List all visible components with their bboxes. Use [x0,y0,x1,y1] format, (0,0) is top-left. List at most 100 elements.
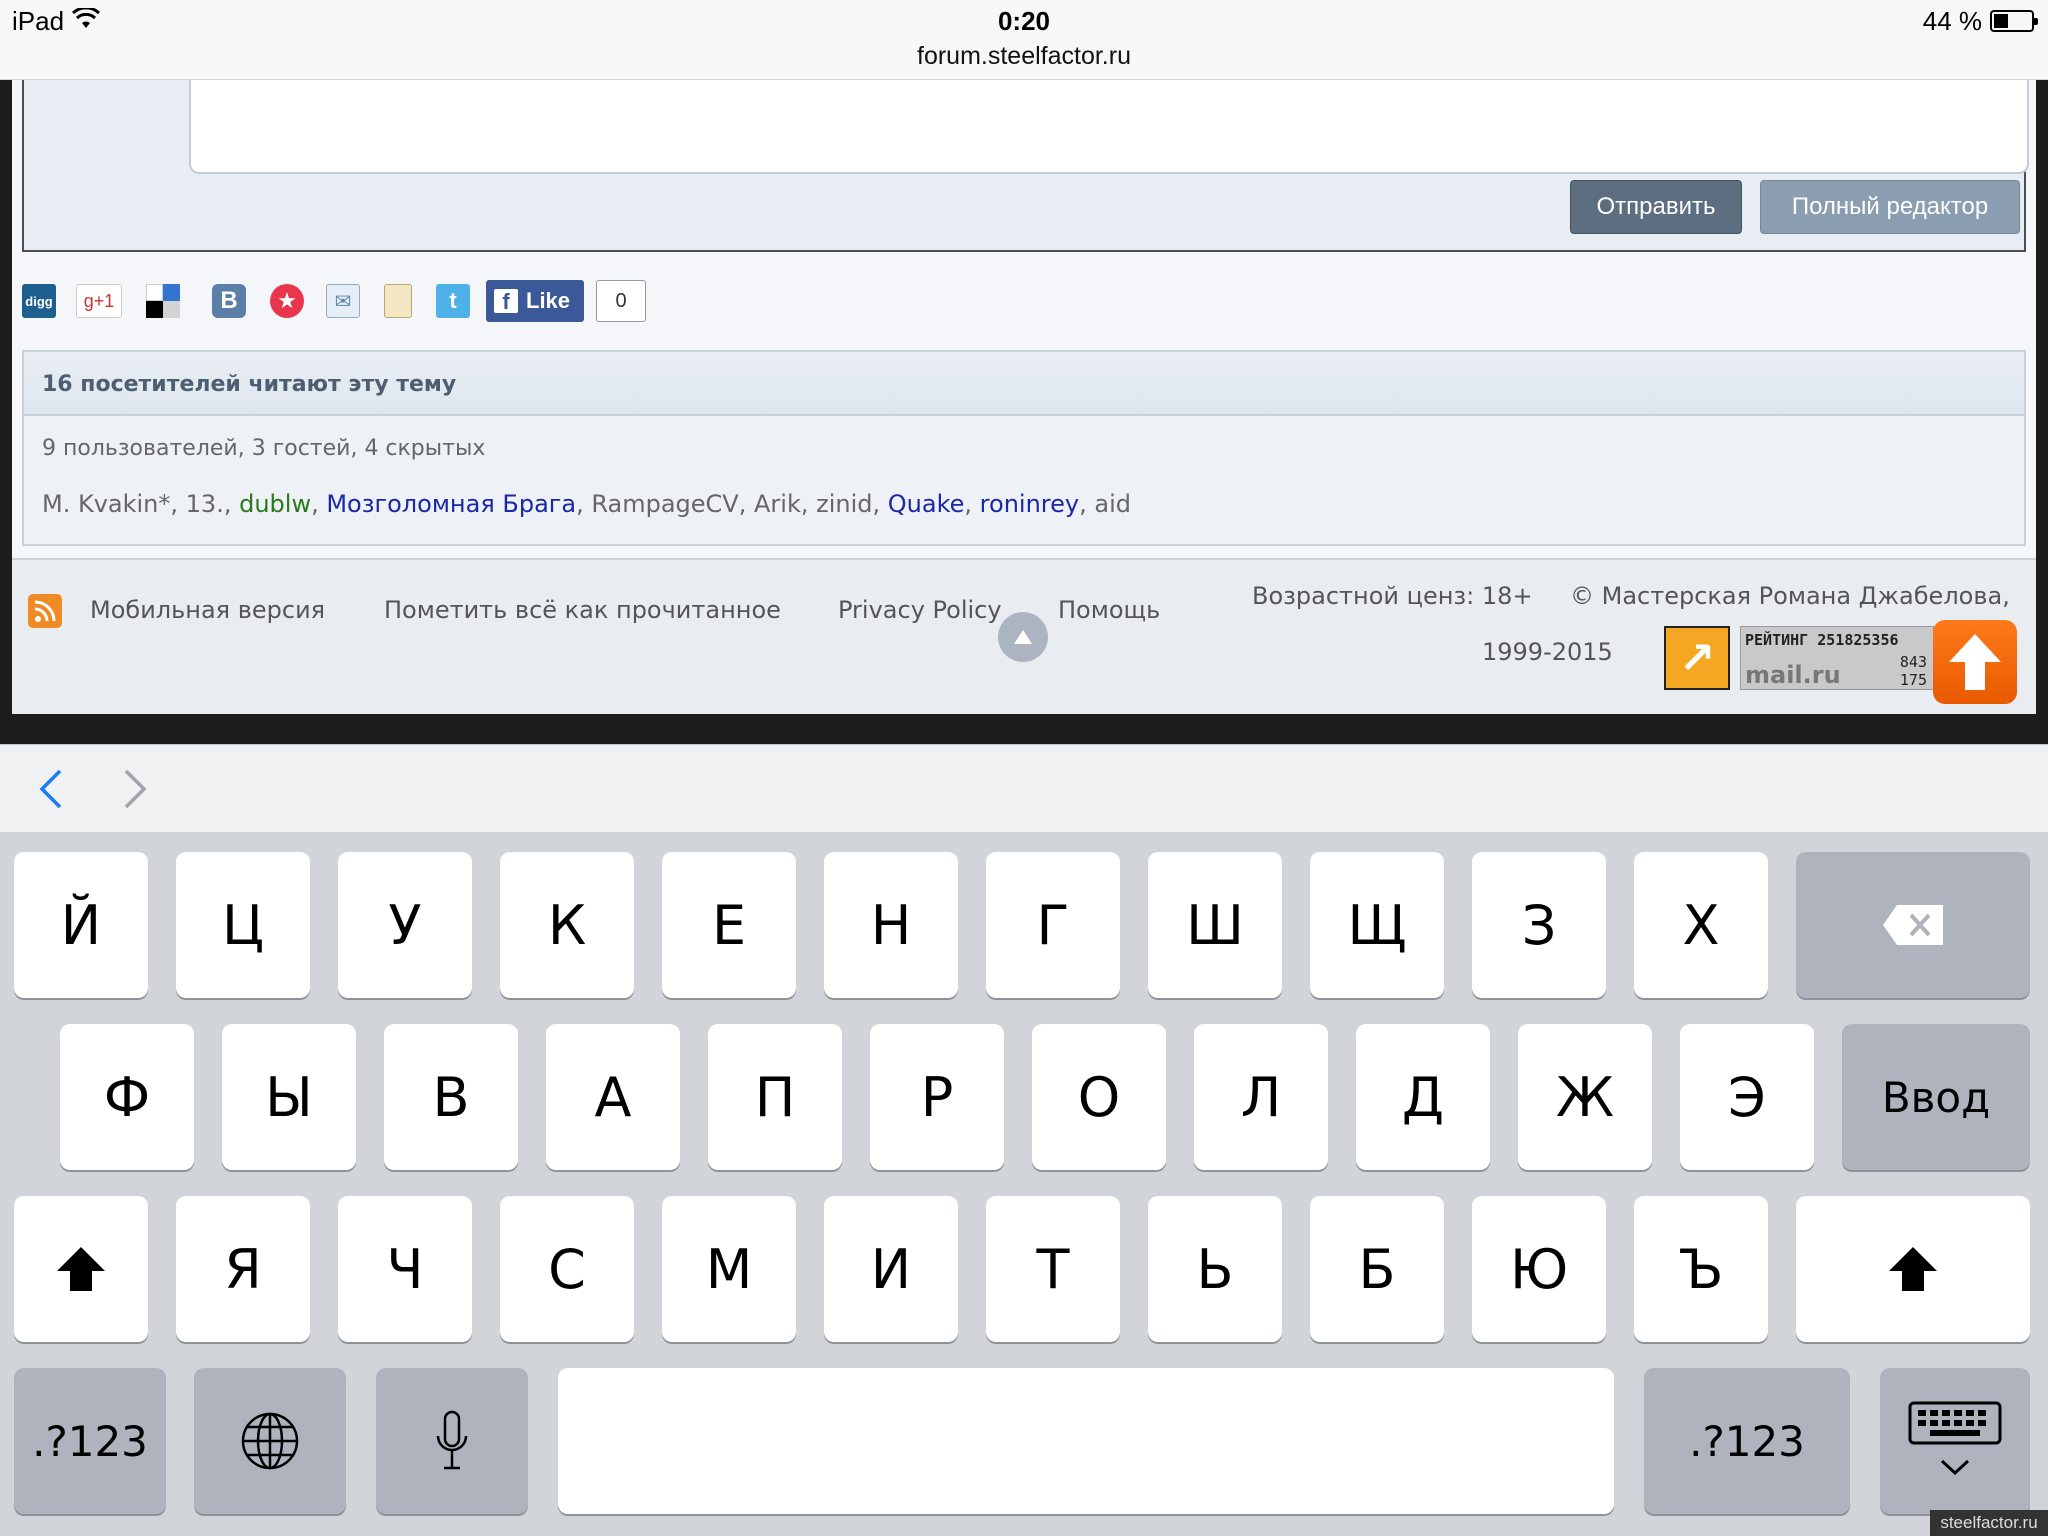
star-icon[interactable]: ★ [270,284,304,318]
key-3-2[interactable]: Ч [338,1196,472,1342]
return-key[interactable]: Ввод [1842,1024,2030,1170]
key-3-7[interactable]: Ь [1148,1196,1282,1342]
globe-icon [241,1412,299,1470]
web-content: Отправить Полный редактор digg g+1 B ★ ✉… [0,80,2048,744]
dictation-key[interactable] [376,1368,528,1514]
key-1-7[interactable]: Г [986,852,1120,998]
help-link[interactable]: Помощь [1058,596,1160,624]
visitor-user-link[interactable]: M. Kvakin* [42,490,170,518]
visitors-user-list: M. Kvakin*, 13., dublw, Мозголомная Браг… [24,472,2024,518]
key-2-2[interactable]: Ы [222,1024,356,1170]
key-1-8[interactable]: Ш [1148,852,1282,998]
separator: , [872,490,888,518]
age-rating: Возрастной ценз: 18+ [1252,582,1533,610]
shift-left-key[interactable] [14,1196,148,1342]
separator: , [738,490,754,518]
key-1-1[interactable]: Й [14,852,148,998]
onscreen-keyboard: ЙЦУКЕНГШЩЗХ ФЫВАПРОЛДЖЭ Ввод ЯЧСМИТЬБЮЪ … [0,832,2048,1536]
key-3-3[interactable]: С [500,1196,634,1342]
facebook-like-label: Like [526,288,571,313]
visitor-user-link[interactable]: dublw [239,490,311,518]
triangle-up-icon [1014,630,1032,644]
shift-right-key[interactable] [1796,1196,2030,1342]
key-1-9[interactable]: Щ [1310,852,1444,998]
digg-icon[interactable]: digg [22,284,56,318]
battery-fill [1994,14,2008,28]
privacy-policy-link[interactable]: Privacy Policy [838,596,1002,624]
visitor-user-link[interactable]: roninrey [980,490,1079,518]
numbers-key-right[interactable]: .?123 [1644,1368,1850,1514]
visitor-user-link[interactable]: 13. [186,490,224,518]
mail-icon[interactable]: ✉ [326,284,360,318]
top-rating-badge-icon[interactable]: ↗ [1664,626,1730,690]
google-plus-icon[interactable]: g+1 [76,284,122,318]
key-2-11[interactable]: Э [1680,1024,1814,1170]
key-3-10[interactable]: Ъ [1634,1196,1768,1342]
key-2-9[interactable]: Д [1356,1024,1490,1170]
space-key[interactable] [558,1368,1614,1514]
visitor-user-link[interactable]: aid [1094,490,1131,518]
quick-reply-panel: Отправить Полный редактор [22,80,2029,252]
print-icon[interactable] [384,284,412,318]
key-3-4[interactable]: М [662,1196,796,1342]
key-2-8[interactable]: Л [1194,1024,1328,1170]
key-2-10[interactable]: Ж [1518,1024,1652,1170]
key-1-5[interactable]: Е [662,852,796,998]
visitor-user-link[interactable]: RampageCV [591,490,738,518]
watermark: steelfactor.ru [1930,1510,2048,1536]
key-3-9[interactable]: Ю [1472,1196,1606,1342]
twitter-icon[interactable]: t [436,284,470,318]
rss-icon[interactable] [28,594,62,628]
key-3-1[interactable]: Я [176,1196,310,1342]
key-2-3[interactable]: В [384,1024,518,1170]
facebook-like-button[interactable]: f Like [486,280,584,322]
status-bar: iPad 0:20 forum.steelfactor.ru 44 % [0,0,2048,80]
previous-field-button[interactable] [38,767,64,811]
key-3-6[interactable]: Т [986,1196,1120,1342]
separator: , [311,490,327,518]
separator: , [576,490,592,518]
dismiss-keyboard-key[interactable] [1880,1368,2030,1514]
key-2-4[interactable]: А [546,1024,680,1170]
visitor-user-link[interactable]: Arik [754,490,801,518]
key-2-7[interactable]: О [1032,1024,1166,1170]
key-1-6[interactable]: Н [824,852,958,998]
globe-key[interactable] [194,1368,346,1514]
delicious-icon[interactable] [146,284,180,318]
vkontakte-icon[interactable]: B [212,284,246,318]
battery-icon [1990,10,2038,32]
delete-key[interactable] [1796,852,2030,998]
key-1-10[interactable]: З [1472,852,1606,998]
key-1-2[interactable]: Ц [176,852,310,998]
key-1-11[interactable]: Х [1634,852,1768,998]
next-field-button[interactable] [122,767,148,811]
mobile-version-link[interactable]: Мобильная версия [90,596,325,624]
visitor-user-link[interactable]: Quake [888,490,965,518]
reply-textarea[interactable] [189,80,2029,174]
keyboard-hide-icon [1908,1401,2002,1476]
mark-all-read-link[interactable]: Пометить всё как прочитанное [384,596,781,624]
separator: , [170,490,186,518]
address-url[interactable]: forum.steelfactor.ru [0,42,2048,71]
facebook-icon: f [494,289,518,313]
visitor-user-link[interactable]: zinid [816,490,872,518]
numbers-key-left[interactable]: .?123 [14,1368,166,1514]
key-3-8[interactable]: Б [1310,1196,1444,1342]
visitor-user-link[interactable]: Мозголомная Брага [326,490,576,518]
key-2-5[interactable]: П [708,1024,842,1170]
mailru-rating-value-1: 843 [1899,653,1927,671]
scroll-to-top-button[interactable] [1933,620,2017,704]
full-editor-button[interactable]: Полный редактор [1760,180,2020,234]
mailru-rating-badge[interactable]: РЕЙТИНГ 251825356 mail.ru 843 175 [1740,626,1934,690]
send-button[interactable]: Отправить [1570,180,1742,234]
floating-scroll-up-button[interactable] [998,612,1048,662]
visitors-summary: 9 пользователей, 3 гостей, 4 скрытых [42,436,486,461]
key-1-3[interactable]: У [338,852,472,998]
mailru-logo: mail.ru [1745,661,1841,689]
key-2-6[interactable]: Р [870,1024,1004,1170]
mailru-rating-value-2: 175 [1899,671,1927,689]
key-1-4[interactable]: К [500,852,634,998]
key-2-1[interactable]: Ф [60,1024,194,1170]
separator: , [1079,490,1095,518]
key-3-5[interactable]: И [824,1196,958,1342]
